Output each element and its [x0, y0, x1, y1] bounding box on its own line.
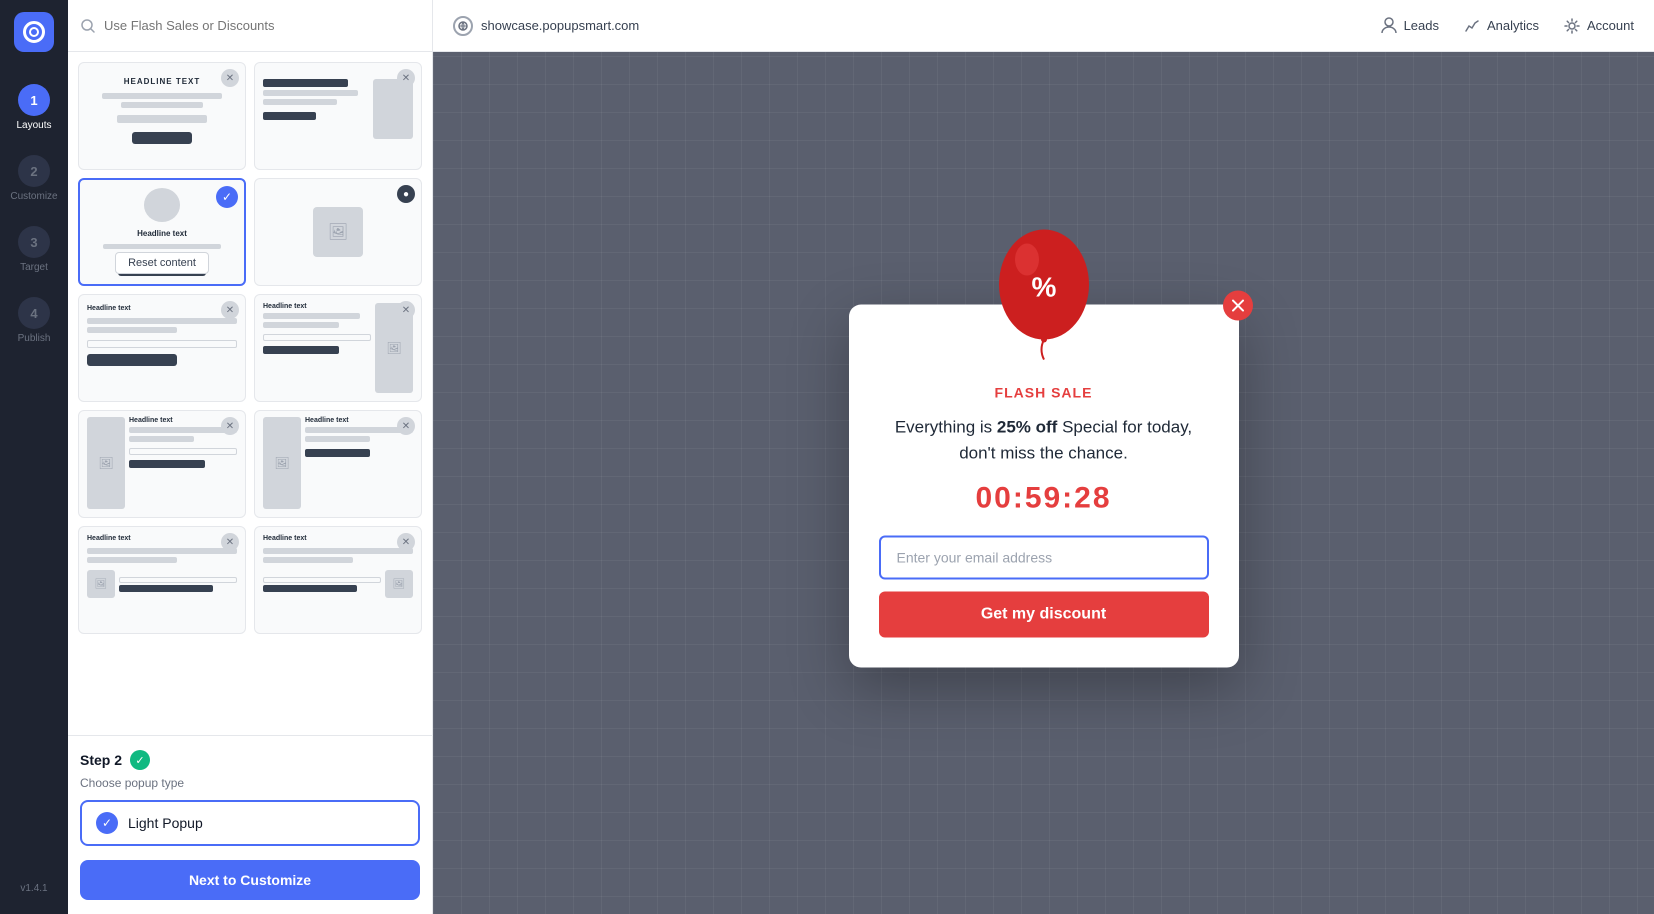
popup-desc-plain: Everything is — [895, 418, 997, 437]
domain-icon — [453, 16, 473, 36]
close-icon: ✕ — [397, 533, 415, 551]
balloon-wrapper: % — [849, 225, 1239, 365]
sidebar-item-customize[interactable]: 2 Customize — [0, 143, 68, 214]
selected-check-icon: ✓ — [216, 186, 238, 208]
layout-card[interactable]: ✕ Headline text 🖼 — [254, 526, 422, 634]
search-icon — [80, 18, 96, 34]
layout-card[interactable]: ✕ Headline text — [78, 294, 246, 402]
step-1-circle: 1 — [18, 84, 50, 116]
version-label: v1.4.1 — [20, 883, 47, 902]
layout-card[interactable]: ✕ 🖼 Headline text — [254, 410, 422, 518]
close-icon: ● — [397, 185, 415, 203]
analytics-label: Analytics — [1487, 18, 1539, 33]
layout-card[interactable]: ● 🖼 — [254, 178, 422, 286]
step-3-label: Target — [20, 262, 48, 273]
leads-nav-item[interactable]: Leads — [1380, 17, 1439, 35]
email-input[interactable] — [879, 536, 1209, 580]
close-icon: ✕ — [221, 69, 239, 87]
gear-icon — [1563, 17, 1581, 35]
get-discount-button[interactable]: Get my discount — [879, 592, 1209, 638]
sidebar-nav: 1 Layouts 2 Customize 3 Target 4 Publish… — [0, 0, 68, 914]
close-icon: ✕ — [397, 417, 415, 435]
step-1-label: Layouts — [16, 120, 51, 131]
popup-desc-bold: 25% off — [997, 418, 1057, 437]
balloon-graphic: % — [989, 225, 1099, 365]
analytics-icon — [1463, 17, 1481, 35]
close-icon: ✕ — [397, 69, 415, 87]
close-icon: ✕ — [221, 417, 239, 435]
account-nav-item[interactable]: Account — [1563, 17, 1634, 35]
popup-type-icon: ✓ — [96, 812, 118, 834]
layout-card-selected[interactable]: ✓ Headline text Reset content — [78, 178, 246, 286]
reset-overlay: Reset content — [80, 252, 244, 284]
popup-description: Everything is 25% off Special for today,… — [879, 415, 1209, 466]
layout-card[interactable]: ✕ HEADLINE TEXT — [78, 62, 246, 170]
popup-type-label: Light Popup — [128, 815, 203, 831]
layout-card[interactable]: ✕ — [254, 62, 422, 170]
layout-card[interactable]: ✕ 🖼 Headline text — [78, 410, 246, 518]
step2-header: Step 2 ✓ — [80, 750, 420, 770]
account-label: Account — [1587, 18, 1634, 33]
step-4-label: Publish — [18, 333, 51, 344]
popup-close-button[interactable] — [1223, 291, 1253, 321]
panel-bottom: Step 2 ✓ Choose popup type ✓ Light Popup… — [68, 735, 432, 914]
analytics-nav-item[interactable]: Analytics — [1463, 17, 1539, 35]
sidebar-item-target[interactable]: 3 Target — [0, 214, 68, 285]
leads-label: Leads — [1404, 18, 1439, 33]
sidebar-item-layouts[interactable]: 1 Layouts — [0, 72, 68, 143]
step-2-label: Customize — [10, 191, 57, 202]
step2-check-icon: ✓ — [130, 750, 150, 770]
close-icon: ✕ — [221, 533, 239, 551]
app-logo[interactable] — [14, 12, 54, 52]
layouts-grid: ✕ HEADLINE TEXT ✕ — [68, 52, 432, 735]
popup-body: FLASH SALE Everything is 25% off Special… — [849, 365, 1239, 668]
close-icon: ✕ — [397, 301, 415, 319]
leads-icon — [1380, 17, 1398, 35]
panel-header — [68, 0, 432, 52]
layouts-panel: ✕ HEADLINE TEXT ✕ — [68, 0, 433, 914]
step-2-circle: 2 — [18, 155, 50, 187]
flash-sale-badge: FLASH SALE — [879, 385, 1209, 401]
topbar-right: Leads Analytics Account — [1380, 17, 1634, 35]
logo-icon — [23, 21, 45, 43]
domain-display: showcase.popupsmart.com — [453, 16, 639, 36]
reset-content-button[interactable]: Reset content — [115, 252, 209, 274]
topbar: showcase.popupsmart.com Leads Analytics — [433, 0, 1654, 52]
countdown-timer: 00:59:28 — [879, 482, 1209, 516]
popup-type-selector[interactable]: ✓ Light Popup — [80, 800, 420, 846]
layout-card[interactable]: ✕ Headline text 🖼 — [78, 526, 246, 634]
step-3-circle: 3 — [18, 226, 50, 258]
svg-text:%: % — [1031, 272, 1056, 303]
step2-label: Step 2 — [80, 752, 122, 768]
step-4-circle: 4 — [18, 297, 50, 329]
layout-card[interactable]: ✕ Headline text 🖼 — [254, 294, 422, 402]
domain-text: showcase.popupsmart.com — [481, 18, 639, 33]
canvas-area: showcase.popupsmart.com Leads Analytics — [433, 0, 1654, 914]
next-to-customize-button[interactable]: Next to Customize — [80, 860, 420, 900]
popup-preview: % FLASH SALE Everything is 25% off Speci… — [849, 305, 1239, 668]
step2-subtitle: Choose popup type — [80, 776, 420, 790]
search-input[interactable] — [104, 18, 420, 33]
close-icon: ✕ — [221, 301, 239, 319]
sidebar-item-publish[interactable]: 4 Publish — [0, 285, 68, 356]
